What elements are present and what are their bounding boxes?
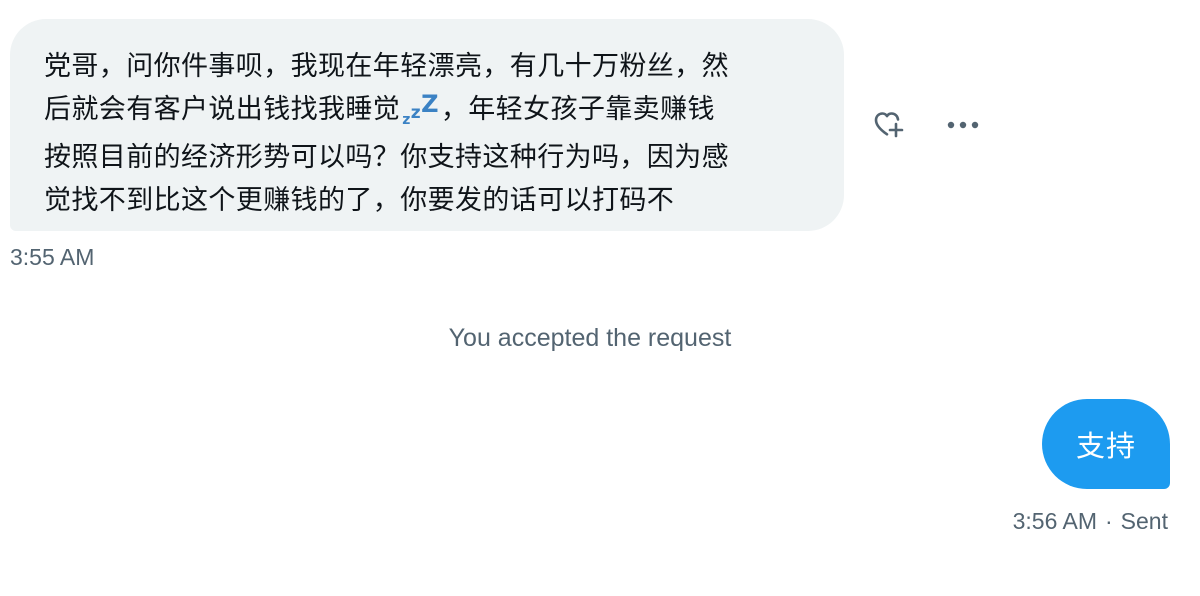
- message-line: 按照目前的经济形势可以吗？你支持这种行为吗，因为感: [44, 142, 729, 173]
- incoming-message-text: 党哥，问你件事呗，我现在年轻漂亮，有几十万粉丝，然 后就会有客户说出钱找我睡觉 zz…: [44, 45, 816, 222]
- message-line: 后就会有客户说出钱找我睡觉 zzZ，年轻女孩子靠卖赚钱: [44, 88, 816, 136]
- status-separator: ·: [1105, 508, 1113, 534]
- dm-conversation: 党哥，问你件事呗，我现在年轻漂亮，有几十万粉丝，然 后就会有客户说出钱找我睡觉 zz…: [0, 0, 1200, 596]
- outgoing-message-text: 支持: [1075, 429, 1136, 463]
- outgoing-message-bubble[interactable]: 支持: [1042, 399, 1170, 489]
- sleeping-emoji-icon: zzZ: [402, 90, 439, 128]
- outgoing-status: 3:56 AM · Sent: [1013, 508, 1168, 535]
- heart-plus-icon[interactable]: [870, 105, 910, 145]
- incoming-timestamp: 3:55 AM: [10, 244, 95, 270]
- incoming-message-bubble[interactable]: 党哥，问你件事呗，我现在年轻漂亮，有几十万粉丝，然 后就会有客户说出钱找我睡觉 zz…: [10, 19, 844, 231]
- sent-status: Sent: [1120, 508, 1168, 534]
- message-line-part: ，年轻女孩子靠卖赚钱: [440, 94, 715, 125]
- more-horizontal-icon[interactable]: [942, 105, 984, 145]
- message-line: 觉找不到比这个更赚钱的了，你要发的话可以打码不: [44, 185, 675, 216]
- message-line-part: 后就会有客户说出钱找我睡觉: [44, 94, 401, 125]
- message-line: 党哥，问你件事呗，我现在年轻漂亮，有几十万粉丝，然: [44, 51, 729, 82]
- request-accepted-notice: You accepted the request: [448, 324, 732, 352]
- outgoing-timestamp: 3:56 AM: [1012, 508, 1097, 534]
